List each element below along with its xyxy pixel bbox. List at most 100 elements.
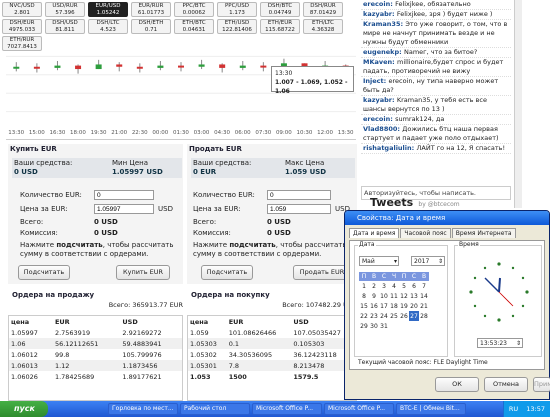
calendar-day[interactable]: 23 xyxy=(369,311,379,321)
calendar-day[interactable]: 14 xyxy=(419,291,429,301)
candle xyxy=(239,65,246,68)
pair-tab[interactable]: ETH/USD 122.81406 xyxy=(217,19,257,34)
month-select[interactable]: Май ▾ xyxy=(359,256,399,266)
weekday-label: В xyxy=(419,272,429,281)
calendar-day[interactable]: 3 xyxy=(379,281,389,291)
calendar-day[interactable]: 13 xyxy=(409,291,419,301)
calendar-day[interactable]: 29 xyxy=(359,321,369,331)
chat-username[interactable]: kazyabr: xyxy=(363,10,397,18)
ok-button[interactable]: ОК xyxy=(435,377,479,392)
calendar-day[interactable]: 16 xyxy=(369,301,379,311)
pair-tab[interactable]: PPC/BTC 0.00062 xyxy=(174,2,214,17)
pair-tab[interactable]: ETH/EUR 115.68722 xyxy=(260,19,300,34)
table-row[interactable]: 1.06026 1.78425689 1.89177621 xyxy=(9,371,182,382)
calendar-day[interactable]: 19 xyxy=(399,301,409,311)
apply-button[interactable]: Примени xyxy=(533,377,550,392)
calendar-day[interactable]: 28 xyxy=(419,311,429,321)
calendar-day[interactable]: 24 xyxy=(379,311,389,321)
buy-qty-input[interactable] xyxy=(94,190,154,200)
candle xyxy=(136,66,143,69)
year-stepper[interactable]: 2017 ⇕ xyxy=(411,256,445,266)
chat-username[interactable]: MKaven: xyxy=(363,58,397,66)
dialog-tab[interactable]: Время Интернета xyxy=(451,228,516,238)
calendar-day[interactable]: 18 xyxy=(389,301,399,311)
taskbar-item[interactable]: Microsoft Office P... xyxy=(252,403,322,415)
table-row[interactable]: 1.06 56.12112651 59.4883941 xyxy=(9,338,182,349)
pair-tab[interactable]: NVC/USD 2.801 xyxy=(2,2,42,17)
table-row[interactable]: 1.05303 0.1 0.105303 xyxy=(188,338,356,349)
calendar-day[interactable]: 8 xyxy=(359,291,369,301)
calendar-day[interactable]: 17 xyxy=(379,301,389,311)
buy-calc-button[interactable]: Подсчитать xyxy=(18,265,70,280)
sell-price-input[interactable] xyxy=(267,204,331,214)
table-row[interactable]: 1.06012 99.8 105.799976 xyxy=(9,349,182,360)
language-indicator[interactable]: RU xyxy=(509,405,518,413)
taskbar-item[interactable]: BTC-E | Обмен Bit... xyxy=(396,403,466,415)
pair-tab[interactable]: USD/RUR 57.396 xyxy=(45,2,85,17)
pair-tab[interactable]: ETH/BTC 0.04631 xyxy=(174,19,214,34)
table-row[interactable]: 1.05301 7.8 8.213478 xyxy=(188,360,356,371)
calendar-day[interactable]: 25 xyxy=(389,311,399,321)
x-tick-label: 09:00 xyxy=(275,130,292,136)
table-row[interactable]: 1.05302 34.30536095 36.12423118 xyxy=(188,349,356,360)
calendar-day[interactable]: 1 xyxy=(359,281,369,291)
calendar-day[interactable]: 12 xyxy=(399,291,409,301)
pair-tab[interactable]: DSH/ETH 0.71 xyxy=(131,19,171,34)
calendar-day[interactable]: 10 xyxy=(379,291,389,301)
chat-scrollbar[interactable] xyxy=(514,0,522,208)
chat-username[interactable]: Kraman35: xyxy=(363,20,405,28)
clock[interactable]: 13:57 xyxy=(526,405,545,413)
candle xyxy=(198,64,205,67)
sell-calc-button[interactable]: Подсчитать xyxy=(201,265,253,280)
calendar-day[interactable]: 4 xyxy=(389,281,399,291)
pair-tab[interactable]: DSH/EUR 4975.033 xyxy=(2,19,42,34)
table-row[interactable]: 1.059 101.08626466 107.05035427 xyxy=(188,327,356,338)
pair-tab[interactable]: DSH/USD 81.811 xyxy=(45,19,85,34)
taskbar-item[interactable]: Microsoft Office P... xyxy=(324,403,394,415)
calendar-day[interactable]: 15 xyxy=(359,301,369,311)
pair-tab[interactable]: DSH/BTC 0.04749 xyxy=(260,2,300,17)
calendar-day[interactable]: 26 xyxy=(399,311,409,321)
chat-username[interactable]: erecoin: xyxy=(363,0,395,8)
calendar-day[interactable]: 2 xyxy=(369,281,379,291)
pair-price: 57.396 xyxy=(55,9,75,16)
cancel-button[interactable]: Отмена xyxy=(484,377,528,392)
calendar-day[interactable]: 6 xyxy=(409,281,419,291)
taskbar-item[interactable]: Горловка по мест... xyxy=(108,403,178,415)
chat-username[interactable]: kazyabr: xyxy=(363,96,397,104)
calendar-day[interactable]: 27 xyxy=(409,311,419,321)
start-button[interactable]: пуск xyxy=(0,401,48,417)
chat-username[interactable]: erecoin: xyxy=(363,115,395,123)
tweets-by[interactable]: by @btcecom xyxy=(418,201,459,208)
pair-tab[interactable]: DSH/RUR 87.01429 xyxy=(303,2,343,17)
time-input[interactable]: 13:53:23 ⇕ xyxy=(477,338,523,348)
pair-tab[interactable]: PPC/USD 1.173 xyxy=(217,2,257,17)
pair-tab[interactable]: DSH/LTC 4.523 xyxy=(88,19,128,34)
buy-submit-button[interactable]: Купить EUR xyxy=(116,265,170,280)
calendar-day[interactable]: 31 xyxy=(379,321,389,331)
calendar-day[interactable]: 30 xyxy=(369,321,379,331)
sell-qty-input[interactable] xyxy=(267,190,331,200)
calendar-day[interactable]: 9 xyxy=(369,291,379,301)
dialog-tab[interactable]: Часовой пояс xyxy=(400,228,451,238)
chat-username[interactable]: eugenekp: xyxy=(363,48,404,56)
calendar-day[interactable]: 11 xyxy=(389,291,399,301)
buy-price-input[interactable] xyxy=(94,204,154,214)
chat-username[interactable]: Inject: xyxy=(363,77,389,85)
calendar-day[interactable]: 22 xyxy=(359,311,369,321)
pair-tab[interactable]: EUR/RUR 61.01773 xyxy=(131,2,171,17)
calendar-day[interactable]: 7 xyxy=(419,281,429,291)
table-row[interactable]: 1.053 1500 1579.5 xyxy=(188,371,356,382)
taskbar-item[interactable]: Рабочий стол xyxy=(180,403,250,415)
table-row[interactable]: 1.05997 2.7563919 2.92169272 xyxy=(9,327,182,338)
calendar-day[interactable]: 20 xyxy=(409,301,419,311)
pair-tab[interactable]: EUR/USD 1.05242 xyxy=(88,2,128,17)
dialog-tab[interactable]: Дата и время xyxy=(349,228,400,238)
table-row[interactable]: 1.06013 1.12 1.1873456 xyxy=(9,360,182,371)
pair-tab[interactable]: ETH/LTC 4.36328 xyxy=(303,19,343,34)
chat-username[interactable]: Vlad8800: xyxy=(363,125,402,133)
calendar-day[interactable]: 21 xyxy=(419,301,429,311)
calendar-day[interactable]: 5 xyxy=(399,281,409,291)
chat-username[interactable]: rishatgaliulin: xyxy=(363,144,417,152)
sell-submit-button[interactable]: Продать EUR xyxy=(293,265,351,280)
